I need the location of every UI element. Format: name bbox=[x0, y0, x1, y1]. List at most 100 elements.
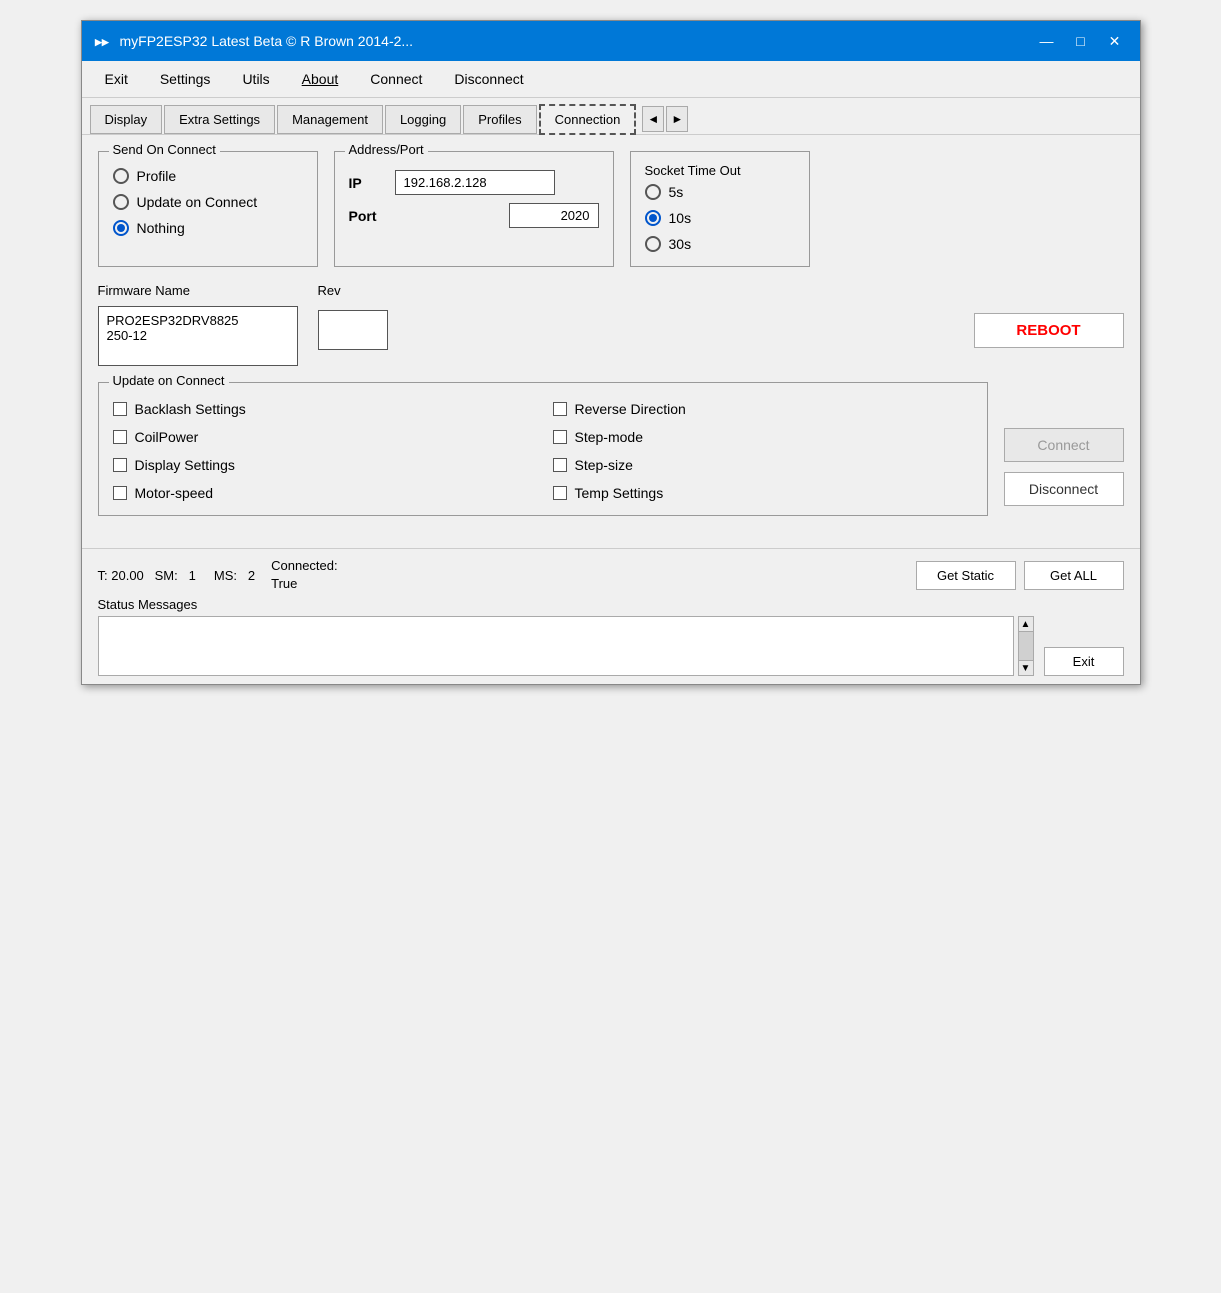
send-on-connect-group: Send On Connect Profile Update on Connec… bbox=[98, 151, 318, 267]
socket-timeout-options: 5s 10s 30s bbox=[645, 184, 795, 252]
tab-logging[interactable]: Logging bbox=[385, 105, 461, 134]
app-icon: ▶▶ bbox=[92, 31, 112, 51]
check-motor-speed[interactable]: Motor-speed bbox=[113, 485, 533, 501]
tab-management[interactable]: Management bbox=[277, 105, 383, 134]
check-temp-settings[interactable]: Temp Settings bbox=[553, 485, 973, 501]
reboot-button[interactable]: REBOOT bbox=[974, 313, 1124, 348]
status-messages-label: Status Messages bbox=[98, 597, 1124, 612]
tab-extra-settings[interactable]: Extra Settings bbox=[164, 105, 275, 134]
window-title: myFP2ESP32 Latest Beta © R Brown 2014-2.… bbox=[120, 33, 414, 49]
menu-about[interactable]: About bbox=[287, 65, 354, 93]
port-input[interactable] bbox=[509, 203, 599, 228]
content-area: Send On Connect Profile Update on Connec… bbox=[82, 135, 1140, 548]
tab-navigation: ◄ ► bbox=[642, 106, 688, 132]
menu-exit[interactable]: Exit bbox=[90, 65, 143, 93]
status-row1: T: 20.00 SM: 1 MS: 2 Connected: True Get… bbox=[98, 557, 1124, 593]
radio-profile[interactable]: Profile bbox=[113, 168, 303, 184]
radio-10s[interactable]: 10s bbox=[645, 210, 795, 226]
check-temp-settings-label: Temp Settings bbox=[575, 485, 664, 501]
connected-block: Connected: True bbox=[271, 557, 338, 593]
checkbox-backlash bbox=[113, 402, 127, 416]
update-on-connect-checkboxes: Backlash Settings Reverse Direction Coil… bbox=[113, 401, 973, 501]
radio-update-on-connect[interactable]: Update on Connect bbox=[113, 194, 303, 210]
close-button[interactable]: ✕ bbox=[1100, 29, 1130, 53]
row1: Send On Connect Profile Update on Connec… bbox=[98, 151, 1124, 267]
sm-value: 1 bbox=[189, 568, 196, 583]
checkbox-temp-settings bbox=[553, 486, 567, 500]
checkbox-display-settings bbox=[113, 458, 127, 472]
firmware-rev-label: Rev bbox=[318, 283, 388, 298]
radio-circle-nothing bbox=[113, 220, 129, 236]
radio-circle-profile bbox=[113, 168, 129, 184]
get-all-button[interactable]: Get ALL bbox=[1024, 561, 1124, 590]
connect-disconnect-col: Connect Disconnect bbox=[1004, 382, 1124, 516]
scroll-up-button[interactable]: ▲ bbox=[1018, 616, 1034, 632]
checkbox-step-mode bbox=[553, 430, 567, 444]
radio-nothing-label: Nothing bbox=[137, 220, 185, 236]
menu-utils[interactable]: Utils bbox=[227, 65, 284, 93]
connected-value: True bbox=[271, 575, 338, 593]
scroll-down-button[interactable]: ▼ bbox=[1018, 660, 1034, 676]
tab-prev-button[interactable]: ◄ bbox=[642, 106, 664, 132]
radio-update-label: Update on Connect bbox=[137, 194, 258, 210]
checkbox-step-size bbox=[553, 458, 567, 472]
check-step-mode-label: Step-mode bbox=[575, 429, 643, 445]
right-col-top: REBOOT bbox=[974, 313, 1124, 348]
radio-30s-label: 30s bbox=[669, 236, 692, 252]
port-label: Port bbox=[349, 208, 385, 224]
check-step-size[interactable]: Step-size bbox=[553, 457, 973, 473]
minimize-button[interactable]: — bbox=[1032, 29, 1062, 53]
ms-label: MS: bbox=[214, 568, 237, 583]
check-reverse-dir-label: Reverse Direction bbox=[575, 401, 686, 417]
address-port-title: Address/Port bbox=[345, 142, 428, 157]
row3: Update on Connect Backlash Settings Reve… bbox=[98, 382, 1124, 516]
connect-button: Connect bbox=[1004, 428, 1124, 462]
check-display-settings[interactable]: Display Settings bbox=[113, 457, 533, 473]
menu-disconnect[interactable]: Disconnect bbox=[439, 65, 538, 93]
firmware-name-label: Firmware Name bbox=[98, 283, 298, 298]
firmware-rev-row: Firmware Name PRO2ESP32DRV8825 250-12 Re… bbox=[98, 283, 958, 366]
tab-next-button[interactable]: ► bbox=[666, 106, 688, 132]
radio-30s[interactable]: 30s bbox=[645, 236, 795, 252]
check-step-mode[interactable]: Step-mode bbox=[553, 429, 973, 445]
sm-label: SM: bbox=[155, 568, 178, 583]
connected-label: Connected: bbox=[271, 557, 338, 575]
tab-profiles[interactable]: Profiles bbox=[463, 105, 536, 134]
check-step-size-label: Step-size bbox=[575, 457, 633, 473]
disconnect-button[interactable]: Disconnect bbox=[1004, 472, 1124, 506]
firmware-rev-box bbox=[318, 310, 388, 350]
update-on-connect-group: Update on Connect Backlash Settings Reve… bbox=[98, 382, 988, 516]
radio-5s[interactable]: 5s bbox=[645, 184, 795, 200]
firmware-name-col: Firmware Name PRO2ESP32DRV8825 250-12 bbox=[98, 283, 298, 366]
checkbox-coil-power bbox=[113, 430, 127, 444]
menu-bar: Exit Settings Utils About Connect Discon… bbox=[82, 61, 1140, 98]
check-backlash[interactable]: Backlash Settings bbox=[113, 401, 533, 417]
status-t: T: 20.00 SM: 1 MS: 2 bbox=[98, 568, 256, 583]
radio-5s-label: 5s bbox=[669, 184, 684, 200]
radio-circle-update bbox=[113, 194, 129, 210]
t-label: T: bbox=[98, 568, 108, 583]
radio-circle-30s bbox=[645, 236, 661, 252]
scrollbar: ▲ ▼ bbox=[1018, 616, 1034, 676]
check-coil-power-label: CoilPower bbox=[135, 429, 199, 445]
ip-input[interactable] bbox=[395, 170, 555, 195]
firmware-name-input[interactable]: PRO2ESP32DRV8825 250-12 bbox=[98, 306, 298, 366]
check-reverse-dir[interactable]: Reverse Direction bbox=[553, 401, 973, 417]
status-messages-area[interactable] bbox=[98, 616, 1014, 676]
menu-connect[interactable]: Connect bbox=[355, 65, 437, 93]
check-coil-power[interactable]: CoilPower bbox=[113, 429, 533, 445]
tabs-bar: Display Extra Settings Management Loggin… bbox=[82, 98, 1140, 135]
ip-label: IP bbox=[349, 175, 385, 191]
tab-display[interactable]: Display bbox=[90, 105, 163, 134]
tab-connection[interactable]: Connection bbox=[539, 104, 637, 135]
exit-button[interactable]: Exit bbox=[1044, 647, 1124, 676]
maximize-button[interactable]: □ bbox=[1066, 29, 1096, 53]
update-on-connect-title: Update on Connect bbox=[109, 373, 229, 388]
status-messages-wrapper: ▲ ▼ bbox=[98, 616, 1034, 676]
menu-settings[interactable]: Settings bbox=[145, 65, 226, 93]
socket-timeout-title: Socket Time Out bbox=[645, 163, 741, 178]
radio-nothing[interactable]: Nothing bbox=[113, 220, 303, 236]
check-display-settings-label: Display Settings bbox=[135, 457, 235, 473]
radio-10s-label: 10s bbox=[669, 210, 692, 226]
get-static-button[interactable]: Get Static bbox=[916, 561, 1016, 590]
